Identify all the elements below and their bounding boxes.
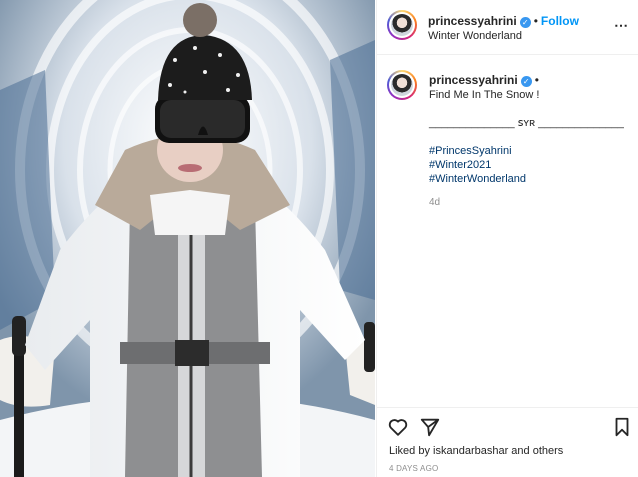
hashtag-link[interactable]: #Winter2021 [429,158,629,172]
heart-icon[interactable] [387,416,409,438]
separator-dot: • [533,14,538,28]
caption-signature: ______________ ꜱʏʀ ______________ [429,117,624,129]
caption-text: Find Me In The Snow ! [429,89,540,101]
post-sidebar: princessyahrini ✓ • Follow Winter Wonderlan… [376,0,638,477]
location-link[interactable]: Winter Wonderland [428,30,522,42]
username-link[interactable]: princessyahrini [428,14,517,28]
caption-username-link[interactable]: princessyahrini [429,73,518,87]
hashtag-link[interactable]: #WinterWonderland [429,172,629,186]
avatar[interactable] [387,10,417,40]
verified-badge-icon: ✓ [519,17,531,28]
paper-plane-icon[interactable] [419,416,441,438]
comment-age: 4d [429,197,441,208]
more-options-icon[interactable]: ⋯ [614,17,629,34]
caption: princessyahrini ✓ • Find Me In The Snow ! … [429,73,629,210]
action-bar: Liked by iskandarbashar and others 4 DAY… [377,407,638,477]
separator-dot: • [534,73,539,87]
follow-button[interactable]: Follow [541,14,579,28]
snow-tunnel-photo [0,0,375,477]
post-timestamp: 4 DAYS AGO [389,464,439,473]
verified-badge-icon: ✓ [520,76,532,87]
caption-avatar[interactable] [387,70,417,100]
header-user-line: princessyahrini ✓ • Follow [428,12,579,30]
hashtag-link[interactable]: #PrincesSyahrini [429,144,629,158]
post-photo[interactable] [0,0,375,477]
bookmark-icon[interactable] [611,416,633,438]
likes-text[interactable]: Liked by iskandarbashar and others [389,445,563,457]
post-header: princessyahrini ✓ • Follow Winter Wonderlan… [377,0,638,55]
